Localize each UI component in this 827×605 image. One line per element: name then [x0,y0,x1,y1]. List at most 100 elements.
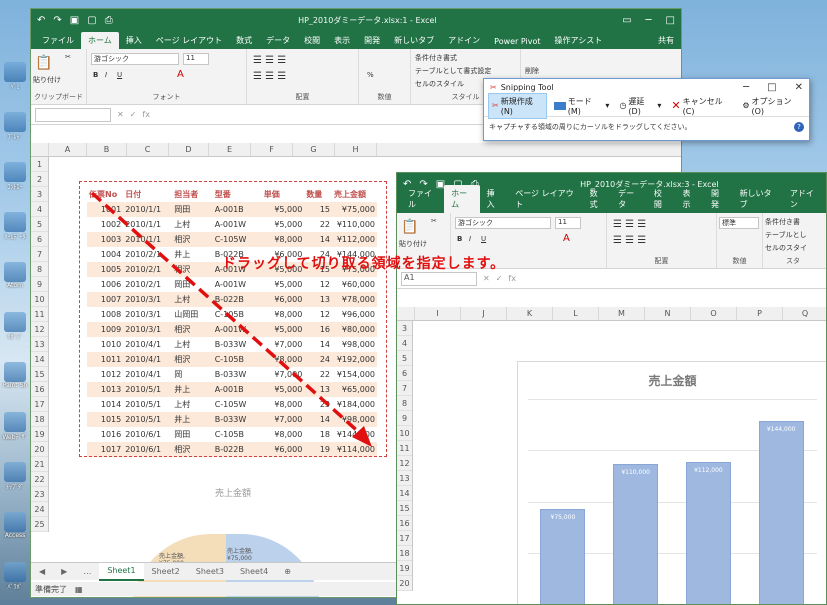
row-number[interactable]: 6 [397,366,412,381]
row-number[interactable]: 4 [397,336,412,351]
chart-bar[interactable]: ¥144,000 [758,420,804,604]
row-number[interactable]: 23 [31,487,48,502]
desktop-icon[interactable]: ﾘﾎﾟｼﾞ [0,312,30,348]
undo-icon[interactable]: ↷ [53,15,61,26]
delay-button[interactable]: ◷ 遅延(D) ▾ [616,94,664,118]
paste-button[interactable]: 貼り付け [33,75,61,85]
tab-tell-me[interactable]: 操作アシスト [548,32,610,49]
row-number[interactable]: 15 [397,501,412,516]
tab-data[interactable]: データ [259,32,297,49]
chart-bar[interactable]: ¥110,000 [613,464,659,604]
cancel-entry-icon[interactable]: ✕ [483,274,490,283]
row-number[interactable]: 5 [397,351,412,366]
desktop-icon[interactable]: Access [0,512,30,548]
row-number[interactable]: 8 [397,396,412,411]
font-size-combo[interactable]: 11 [555,217,581,229]
table-format-button[interactable]: テーブルとし [765,230,807,240]
align-icon[interactable]: ☰ ☰ ☰ [613,219,646,230]
font-color-icon[interactable]: A [563,233,570,244]
delete-button[interactable]: 削除 [525,66,539,76]
tab-formulas[interactable]: 数式 [229,32,259,49]
row-number[interactable]: 18 [31,412,48,427]
save-icon[interactable]: ▣ [70,15,79,26]
column-letter[interactable]: P [737,307,783,320]
new-snip-button[interactable]: ✂ 新規作成(N) [488,92,548,119]
tab-page-layout[interactable]: ページ レイアウト [149,32,229,49]
bar-chart[interactable]: 売上金額 ¥75,000 ¥110,000 ¥112,000 ¥144,000 [517,361,826,604]
italic-icon[interactable]: I [105,71,107,79]
column-letter[interactable]: B [87,143,127,156]
column-letter[interactable]: H [335,143,377,156]
column-letter[interactable]: A [49,143,87,156]
column-letter[interactable]: C [127,143,169,156]
cut-icon[interactable]: ✂ [431,217,437,225]
desktop-icon[interactable]: Webﾃﾞｻﾞ [0,412,30,448]
row-number[interactable]: 8 [31,262,48,277]
underline-icon[interactable]: U [481,235,486,243]
bold-icon[interactable]: B [93,71,98,79]
desktop-icon[interactable]: ﾍﾟﾐ [0,62,30,98]
conditional-format-button[interactable]: 条件付き書 [765,217,800,227]
italic-icon[interactable]: I [469,235,471,243]
chart-bar[interactable]: ¥75,000 [540,508,586,604]
row-number[interactable]: 13 [31,337,48,352]
column-letter[interactable]: G [293,143,335,156]
confirm-entry-icon[interactable]: ✓ [130,110,137,119]
row-number[interactable]: 16 [397,516,412,531]
print-preview-icon[interactable]: ⎙ [105,15,113,26]
sheet-tab[interactable]: Sheet3 [188,567,232,576]
cut-icon[interactable]: ✂ [65,53,71,61]
name-box[interactable] [35,107,111,122]
tab-file[interactable]: ファイル [35,32,81,49]
scroll-right-icon[interactable]: ▶ [53,567,75,576]
row-number[interactable]: 19 [31,427,48,442]
align-center-icon[interactable]: ☰ ☰ ☰ [613,235,646,246]
row-number[interactable]: 9 [397,411,412,426]
row-number[interactable]: 11 [397,441,412,456]
cancel-entry-icon[interactable]: ✕ [117,110,124,119]
row-number[interactable]: 6 [31,232,48,247]
row-number[interactable]: 3 [397,321,412,336]
scroll-left-icon[interactable]: ◀ [31,567,53,576]
column-letter[interactable]: I [415,307,461,320]
underline-icon[interactable]: U [117,71,122,79]
cancel-button[interactable]: ✕ キャンセル(C) [668,94,735,118]
desktop-icon[interactable]: ﾊﾟﾜﾎﾟ [0,562,30,598]
help-icon[interactable]: ? [794,122,804,132]
row-number[interactable]: 10 [397,426,412,441]
desktop-icon[interactable]: ﾌﾟﾚｯﾞ [0,112,30,148]
tab-home[interactable]: ホーム [444,185,480,213]
row-number[interactable]: 16 [31,382,48,397]
row-number[interactable]: 9 [31,277,48,292]
close-icon[interactable]: ✕ [795,82,803,93]
mode-button[interactable]: モード(M) ▾ [551,94,612,118]
column-letter[interactable]: D [169,143,209,156]
row-number[interactable]: 20 [31,442,48,457]
conditional-format-button[interactable]: 条件付き書式 [415,53,457,63]
row-number[interactable]: 22 [31,472,48,487]
column-letter[interactable]: O [691,307,737,320]
row-number[interactable]: 13 [397,471,412,486]
confirm-entry-icon[interactable]: ✓ [496,274,503,283]
tab-developer[interactable]: 開発 [357,32,387,49]
tab-file[interactable]: ファイル [401,185,444,213]
tab-home[interactable]: ホーム [81,32,119,49]
desktop-icon[interactable]: ﾄｯﾌﾟﾀﾞ [0,462,30,498]
sheet-tab[interactable]: Sheet4 [232,567,276,576]
row-number[interactable]: 2 [31,172,48,187]
paste-button[interactable]: 貼り付け [399,239,427,249]
desktop-icon[interactable]: Paint Sh [0,362,30,398]
row-number[interactable]: 21 [31,457,48,472]
column-letter[interactable]: N [645,307,691,320]
add-sheet-icon[interactable]: ⊕ [276,567,299,576]
sheet-tab-dots[interactable]: … [75,567,99,576]
column-letter[interactable]: L [553,307,599,320]
tab-addins[interactable]: アドイン [441,32,487,49]
row-number[interactable]: 7 [397,381,412,396]
table-format-button[interactable]: テーブルとして書式設定 [415,66,491,76]
row-number[interactable]: 12 [397,456,412,471]
font-name-combo[interactable]: 游ゴシック [455,217,551,229]
align-icon[interactable]: ☰ ☰ ☰ [253,55,286,66]
row-number[interactable]: 4 [31,202,48,217]
function-icon[interactable]: fx [142,110,150,119]
